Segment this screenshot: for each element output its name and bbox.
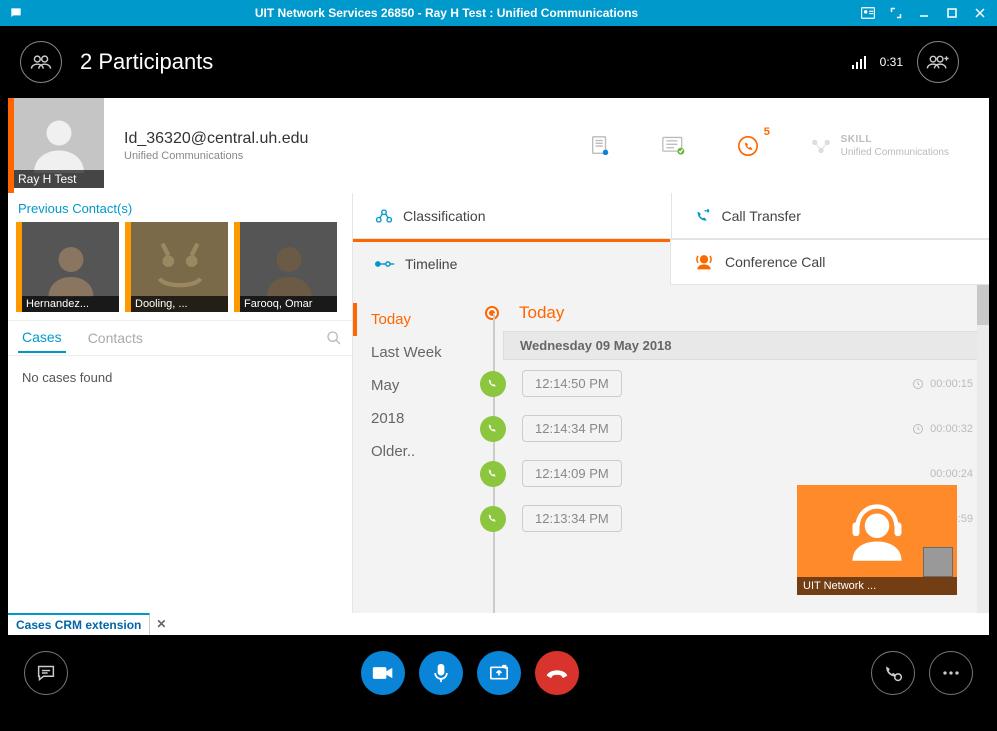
avatar-name: Ray H Test xyxy=(14,170,104,188)
timeline-filter[interactable]: Last Week xyxy=(371,336,473,369)
tab-classification-label: Classification xyxy=(403,208,485,224)
mute-button[interactable] xyxy=(419,651,463,695)
skill-value: Unified Communications xyxy=(841,146,949,159)
call-settings-button[interactable] xyxy=(871,651,915,695)
previous-contact-item[interactable]: Farooq, Omar xyxy=(234,222,337,312)
skill-block: SKILL Unified Communications xyxy=(810,133,949,159)
timeline-time: 12:13:34 PM xyxy=(522,505,622,532)
call-in-icon xyxy=(480,371,506,397)
video-thumbnail[interactable]: UIT Network ... xyxy=(797,485,957,595)
participants-title: 2 Participants xyxy=(80,49,852,75)
window-title: UIT Network Services 26850 - Ray H Test … xyxy=(32,6,861,20)
tab-conference-label: Conference Call xyxy=(725,254,825,270)
share-screen-button[interactable] xyxy=(477,651,521,695)
chat-button[interactable] xyxy=(24,651,68,695)
video-button[interactable] xyxy=(361,651,405,695)
timeline-scrollbar[interactable] xyxy=(977,285,989,613)
minimize-icon[interactable] xyxy=(917,6,931,20)
clock-icon xyxy=(912,423,924,435)
footer-tab[interactable]: Cases CRM extension xyxy=(8,613,150,635)
skill-label: SKILL xyxy=(841,133,949,146)
timeline-dur: 00:00:24 xyxy=(930,468,973,480)
title-bar: UIT Network Services 26850 - Ray H Test … xyxy=(0,0,997,26)
call-bar xyxy=(0,635,997,711)
timeline-area: Today Last Week May 2018 Older.. Today W… xyxy=(353,285,989,613)
contact-email: Id_36320@central.uh.edu xyxy=(124,130,308,148)
add-participant-icon[interactable] xyxy=(917,41,959,83)
footer-tab-label: Cases CRM extension xyxy=(16,618,141,632)
timeline-time: 12:14:09 PM xyxy=(522,460,622,487)
tab-conference[interactable]: Conference Call xyxy=(670,239,989,285)
contact-avatar[interactable]: Ray H Test xyxy=(14,98,104,188)
tab-cases[interactable]: Cases xyxy=(18,323,66,353)
tab-call-transfer-label: Call Transfer xyxy=(722,208,801,224)
classification-icon xyxy=(375,207,393,225)
tab-timeline[interactable]: Timeline xyxy=(353,239,671,285)
timeline-item[interactable]: 12:14:34 PM 00:00:32 xyxy=(481,415,981,442)
previous-contact-name: Hernandez... xyxy=(22,296,119,312)
call-duration: 0:31 xyxy=(880,55,903,69)
tab-call-transfer[interactable]: Call Transfer xyxy=(671,193,990,239)
footer-tab-bar: Cases CRM extension ✕ xyxy=(8,613,989,635)
timeline-icon xyxy=(375,259,395,269)
tab-timeline-label: Timeline xyxy=(405,256,457,272)
timeline-dur: 00:00:32 xyxy=(930,423,973,435)
search-icon[interactable] xyxy=(326,330,342,346)
timeline-item[interactable]: 12:14:09 PM 00:00:24 xyxy=(481,460,981,487)
timeline-filter[interactable]: Older.. xyxy=(371,435,473,468)
timeline-time: 12:14:34 PM xyxy=(522,415,622,442)
contact-card-icon[interactable] xyxy=(861,6,875,20)
tab-contacts[interactable]: Contacts xyxy=(84,324,147,352)
previous-contact-item[interactable]: Dooling, ... xyxy=(125,222,228,312)
call-in-icon xyxy=(480,416,506,442)
timeline-filter[interactable]: Today xyxy=(353,303,473,336)
agent-pip xyxy=(923,547,953,577)
cases-empty-text: No cases found xyxy=(8,356,352,399)
clock-icon xyxy=(912,378,924,390)
list-check-icon[interactable] xyxy=(662,134,686,158)
call-in-icon xyxy=(480,461,506,487)
callback-badge: 5 xyxy=(764,126,770,138)
signal-icon xyxy=(852,55,866,69)
callback-icon[interactable]: 5 xyxy=(736,134,760,158)
timeline-date: Wednesday 09 May 2018 xyxy=(503,331,981,360)
conference-icon xyxy=(693,251,715,273)
timeline-dur: 00:00:15 xyxy=(930,378,973,390)
call-in-icon xyxy=(480,506,506,532)
hangup-button[interactable] xyxy=(535,651,579,695)
previous-contact-name: Farooq, Omar xyxy=(240,296,337,312)
previous-contacts-header: Previous Contact(s) xyxy=(8,193,352,222)
expand-icon[interactable] xyxy=(889,6,903,20)
tab-classification[interactable]: Classification xyxy=(353,193,671,239)
timeline-heading: Today xyxy=(513,303,989,323)
chat-icon[interactable] xyxy=(9,6,23,20)
timeline-filter[interactable]: May xyxy=(371,369,473,402)
participants-icon[interactable] xyxy=(20,41,62,83)
notes-link-icon[interactable] xyxy=(588,134,612,158)
timeline-item[interactable]: 12:14:50 PM 00:00:15 xyxy=(481,370,981,397)
video-caption: UIT Network ... xyxy=(797,577,957,595)
footer-tab-close[interactable]: ✕ xyxy=(150,617,172,631)
timeline-heading-dot xyxy=(485,306,499,320)
previous-contacts-row: Hernandez... Dooling, ... Farooq, Omar xyxy=(8,222,352,320)
timeline-time: 12:14:50 PM xyxy=(522,370,622,397)
contact-sub: Unified Communications xyxy=(124,150,308,162)
previous-contact-name: Dooling, ... xyxy=(131,296,228,312)
timeline-filter[interactable]: 2018 xyxy=(371,402,473,435)
timeline-heading-label: Today xyxy=(519,303,564,323)
close-icon[interactable] xyxy=(973,6,987,20)
previous-contact-item[interactable]: Hernandez... xyxy=(16,222,119,312)
maximize-icon[interactable] xyxy=(945,6,959,20)
contact-header: Ray H Test Id_36320@central.uh.edu Unifi… xyxy=(8,98,989,193)
participants-bar: 2 Participants 0:31 xyxy=(0,26,997,98)
call-transfer-icon xyxy=(694,207,712,225)
more-button[interactable] xyxy=(929,651,973,695)
